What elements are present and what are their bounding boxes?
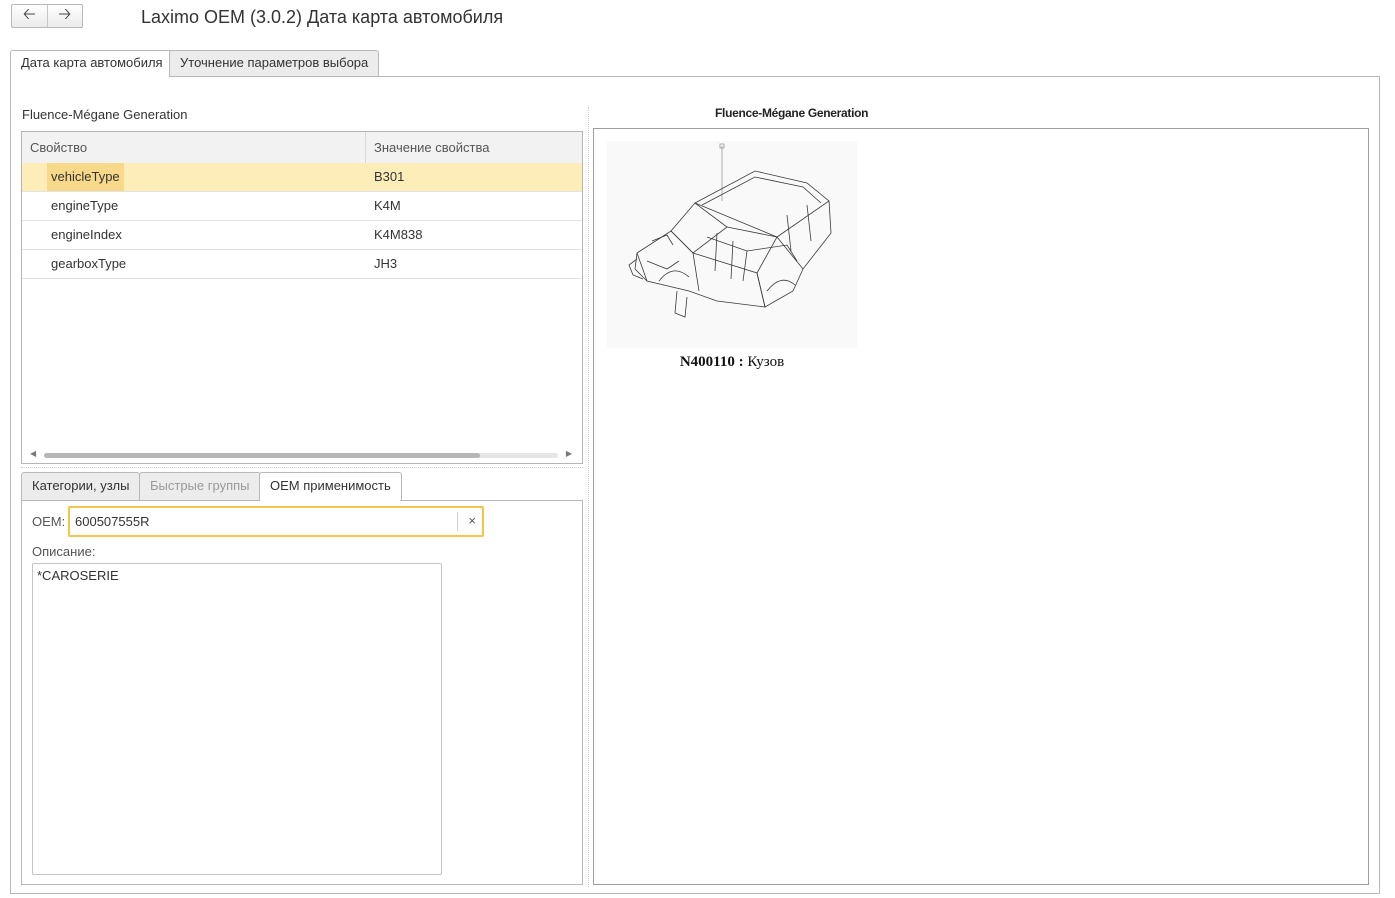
arrow-right-icon: 🡢 (58, 5, 72, 23)
window-title: Laximo OEM (3.0.2) Дата карта автомобиля (141, 7, 504, 27)
property-cell: vehicleType (47, 163, 124, 191)
description-label: Описание: (32, 544, 96, 559)
description-textarea[interactable]: *CAROSERIE (32, 563, 442, 875)
forward-button[interactable]: 🡢 (46, 5, 83, 27)
car-body-drawing-icon (628, 143, 832, 318)
properties-grid: Свойство Значение свойства vehicleType B… (21, 131, 583, 464)
grid-header: Свойство Значение свойства (22, 132, 582, 164)
property-cell: engineIndex (51, 227, 122, 242)
oem-input[interactable] (75, 508, 455, 535)
image-section-title: Fluence-Mégane Generation (715, 106, 869, 120)
column-header-value[interactable]: Значение свойства (374, 140, 489, 155)
scroll-left-icon[interactable]: ◀ (30, 449, 36, 458)
table-row[interactable]: gearboxType JH3 (22, 250, 582, 279)
unit-code: N400110 (679, 354, 735, 370)
property-cell: gearboxType (51, 256, 127, 271)
arrow-left-icon: 🡠 (22, 5, 36, 23)
car-body-image[interactable] (607, 141, 857, 348)
table-row[interactable]: engineIndex K4M838 (22, 221, 582, 250)
unit-name: Кузов (747, 354, 785, 370)
table-row[interactable]: vehicleType B301 (22, 163, 582, 192)
oem-label: OEM: (32, 514, 66, 529)
value-cell: K4M838 (374, 227, 423, 242)
vehicle-name-label: Fluence-Mégane Generation (22, 107, 188, 122)
property-cell: engineType (51, 198, 119, 213)
column-header-property[interactable]: Свойство (30, 140, 87, 155)
value-cell: K4M (374, 198, 401, 213)
scroll-right-icon[interactable]: ▶ (566, 449, 572, 458)
vertical-splitter[interactable] (588, 107, 589, 887)
nav-buttons: 🡠 🡢 (11, 4, 83, 28)
tab-refine-params[interactable]: Уточнение параметров выбора (169, 50, 380, 76)
clear-icon[interactable]: × (468, 513, 476, 528)
tab-categories[interactable]: Категории, узлы (21, 472, 141, 500)
horizontal-splitter[interactable] (21, 467, 583, 468)
scroll-thumb[interactable] (44, 453, 480, 458)
description-text: *CAROSERIE (37, 568, 119, 583)
value-cell: JH3 (374, 256, 398, 271)
unit-caption[interactable]: N400110 : Кузов (607, 354, 857, 371)
value-cell: B301 (374, 169, 405, 184)
tab-quick-groups: Быстрые группы (139, 472, 261, 500)
tab-vehicle-card[interactable]: Дата карта автомобиля (10, 50, 174, 77)
back-button[interactable]: 🡠 (12, 5, 47, 27)
tab-oem-applicability[interactable]: OEM применимость (259, 472, 402, 501)
unit-separator: : (738, 354, 744, 370)
horizontal-scrollbar[interactable]: ◀ ▶ (30, 449, 572, 460)
oem-field[interactable]: × (68, 506, 484, 537)
table-row[interactable]: engineType K4M (22, 192, 582, 221)
